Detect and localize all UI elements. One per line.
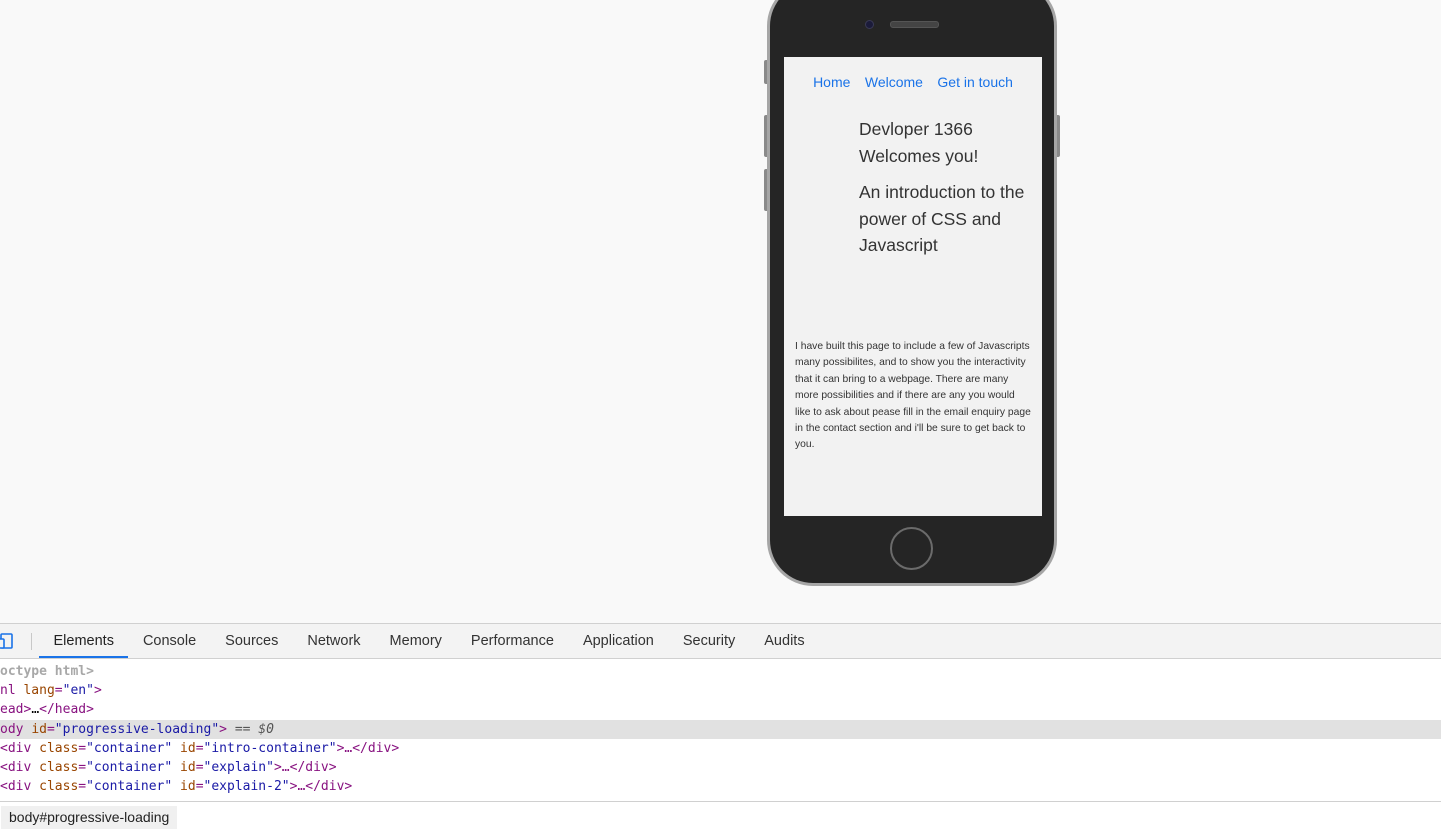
row-id-value: "explain" bbox=[203, 759, 274, 775]
intro-paragraph: I have built this page to include a few … bbox=[795, 341, 1031, 451]
dom-node-doctype[interactable]: octype html> bbox=[0, 662, 1441, 681]
html-attr-name: lang bbox=[23, 683, 55, 699]
row-tail: …</div> bbox=[344, 740, 400, 756]
row-tag: div bbox=[7, 759, 32, 775]
row-class-attr: class bbox=[39, 759, 79, 775]
volume-up-button bbox=[764, 115, 767, 157]
devtools-tabbar: Elements Console Sources Network Memory … bbox=[0, 624, 1441, 659]
front-camera-icon bbox=[865, 20, 874, 29]
volume-down-button bbox=[764, 169, 767, 211]
dom-node-html[interactable]: nl lang="en"> bbox=[0, 681, 1441, 700]
toolbar-divider bbox=[31, 633, 32, 650]
body-attr-name: id bbox=[31, 721, 47, 737]
row-id-attr: id bbox=[180, 779, 196, 795]
row-tail: …</div> bbox=[281, 759, 337, 775]
mute-switch bbox=[764, 60, 767, 84]
head-tag: ead bbox=[0, 702, 24, 718]
selected-node-marker: == $0 bbox=[234, 721, 274, 737]
site-nav: Home Welcome Get in touch bbox=[784, 74, 1042, 91]
tab-network[interactable]: Network bbox=[293, 624, 375, 658]
tab-performance[interactable]: Performance bbox=[456, 624, 568, 658]
html-attr-value: "en" bbox=[62, 683, 94, 699]
device-toolbar-icon[interactable] bbox=[0, 633, 14, 649]
row-id-value: "intro-container" bbox=[203, 740, 337, 756]
dom-node-body[interactable]: ody id="progressive-loading"> == $0 bbox=[0, 719, 1441, 739]
tab-audits[interactable]: Audits bbox=[750, 624, 819, 658]
body-attr-value: "progressive-loading" bbox=[54, 721, 220, 737]
tab-security[interactable]: Security bbox=[668, 624, 749, 658]
speaker-grille bbox=[890, 21, 939, 28]
row-id-attr: id bbox=[180, 740, 196, 756]
head-close-tag: </head> bbox=[39, 702, 94, 718]
row-class-attr: class bbox=[39, 740, 79, 756]
devtools-panel: Elements Console Sources Network Memory … bbox=[0, 623, 1441, 837]
tab-console[interactable]: Console bbox=[128, 624, 210, 658]
devtools-tabs: Elements Console Sources Network Memory … bbox=[39, 624, 819, 658]
intro-heading: An introduction to the power of CSS and … bbox=[859, 182, 1025, 255]
dom-node-intro-container[interactable]: <div class="container" id="intro-contain… bbox=[0, 739, 1441, 758]
row-class-attr: class bbox=[39, 779, 79, 795]
doctype-text: octype html> bbox=[0, 664, 94, 679]
row-class-value: "container" bbox=[86, 740, 173, 756]
dom-node-explain-2[interactable]: <div class="container" id="explain-2">…<… bbox=[0, 777, 1441, 796]
body-tag: ody bbox=[0, 721, 24, 737]
row-tail: …</div> bbox=[297, 779, 353, 795]
row-tag: div bbox=[7, 740, 32, 756]
breadcrumb-bar: body#progressive-loading bbox=[0, 801, 1441, 832]
nav-link-get-in-touch[interactable]: Get in touch bbox=[937, 74, 1013, 90]
dom-node-explain[interactable]: <div class="container" id="explain">…</d… bbox=[0, 758, 1441, 777]
tab-application[interactable]: Application bbox=[568, 624, 668, 658]
html-tag: nl bbox=[0, 683, 16, 699]
row-class-value: "container" bbox=[86, 779, 173, 795]
dom-tree: octype html> nl lang="en"> ead>…</head> … bbox=[0, 662, 1441, 796]
nav-link-home[interactable]: Home bbox=[813, 74, 850, 90]
device-screen: Home Welcome Get in touch Devloper 1366 … bbox=[784, 57, 1042, 516]
head-ellipsis: … bbox=[31, 702, 40, 718]
row-id-value: "explain-2" bbox=[203, 779, 290, 795]
power-button bbox=[1057, 115, 1060, 157]
dom-node-head[interactable]: ead>…</head> bbox=[0, 700, 1441, 719]
breadcrumb-body[interactable]: body#progressive-loading bbox=[1, 806, 178, 829]
welcome-heading: Devloper 1366 Welcomes you! bbox=[859, 119, 979, 166]
row-tag: div bbox=[7, 779, 32, 795]
row-class-value: "container" bbox=[86, 759, 173, 775]
tab-sources[interactable]: Sources bbox=[211, 624, 293, 658]
row-id-attr: id bbox=[180, 759, 196, 775]
home-button[interactable] bbox=[890, 527, 933, 570]
nav-link-welcome[interactable]: Welcome bbox=[865, 74, 923, 90]
tab-elements[interactable]: Elements bbox=[39, 624, 129, 658]
tab-memory[interactable]: Memory bbox=[375, 624, 456, 658]
